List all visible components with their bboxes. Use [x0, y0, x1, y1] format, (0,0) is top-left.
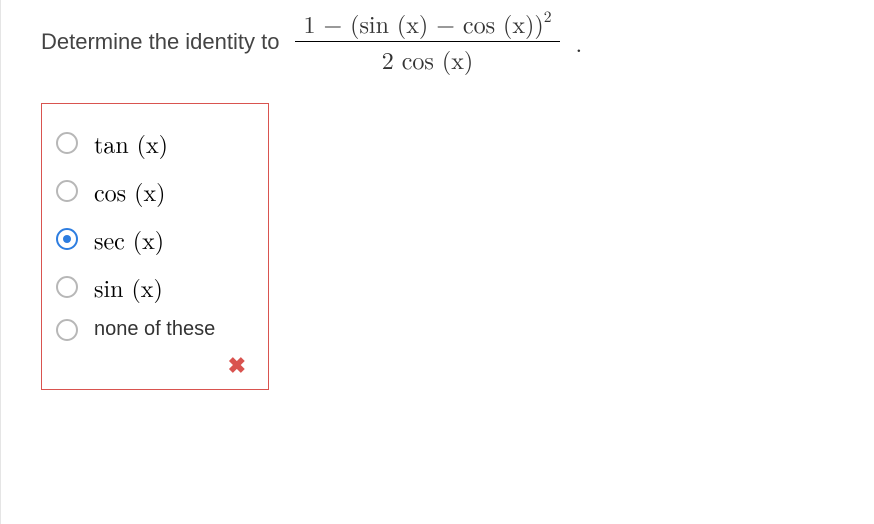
option-label-sin: sin (x): [94, 270, 163, 304]
expression: 1 − (sin (x) − cos (x))2 2 cos (x): [289, 8, 565, 75]
radio-none[interactable]: [56, 319, 78, 341]
options-box: tan (x) cos (x) sec (x) sin (x) none of …: [41, 103, 269, 390]
denominator: 2 cos (x): [295, 42, 559, 75]
feedback-row: ✖: [56, 355, 250, 381]
option-label-cos: cos (x): [94, 174, 165, 208]
fraction: 1 − (sin (x) − cos (x))2 2 cos (x): [295, 8, 559, 75]
numerator-exp: 2: [544, 4, 552, 27]
radio-cos[interactable]: [56, 180, 78, 202]
radio-sec[interactable]: [56, 228, 78, 250]
radio-tan[interactable]: [56, 132, 78, 154]
option-cos[interactable]: cos (x): [56, 174, 250, 208]
option-tan[interactable]: tan (x): [56, 126, 250, 160]
option-none[interactable]: none of these: [56, 318, 250, 341]
numerator-text: 1 − (sin (x) − cos (x)): [303, 6, 543, 40]
numerator: 1 − (sin (x) − cos (x))2: [295, 8, 559, 42]
option-label-none: none of these: [94, 318, 215, 341]
question-container: Determine the identity to 1 − (sin (x) −…: [0, 0, 874, 524]
option-sin[interactable]: sin (x): [56, 270, 250, 304]
x-icon: ✖: [228, 355, 246, 377]
radio-sin[interactable]: [56, 276, 78, 298]
option-label-sec: sec (x): [94, 222, 164, 256]
prompt-text: Determine the identity to: [41, 29, 279, 55]
period: .: [576, 25, 583, 59]
prompt-row: Determine the identity to 1 − (sin (x) −…: [41, 0, 874, 75]
option-label-tan: tan (x): [94, 126, 168, 160]
option-sec[interactable]: sec (x): [56, 222, 250, 256]
